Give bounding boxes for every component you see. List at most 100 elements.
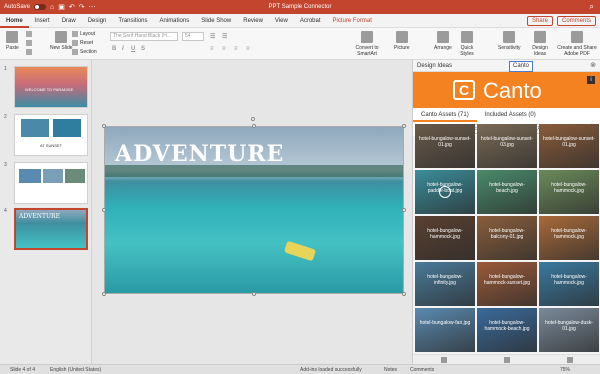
align-right-icon[interactable]: ≡ — [234, 46, 238, 52]
bold-icon[interactable]: B — [112, 46, 116, 52]
tab-transitions[interactable]: Transitions — [112, 14, 153, 28]
notes-button[interactable]: Notes — [384, 367, 397, 373]
image-icon[interactable] — [441, 356, 448, 363]
slide-count: Slide 4 of 4 — [10, 366, 36, 373]
language[interactable]: English (United States) — [50, 367, 101, 373]
tab-included-assets[interactable]: Included Assets (0) — [477, 108, 544, 122]
tab-slide-show[interactable]: Slide Show — [195, 14, 237, 28]
asset-label: hotel-bungalow-sunset-01.jpg — [419, 136, 471, 148]
cut-button[interactable] — [26, 31, 32, 37]
asset-tile[interactable]: hotel-bungalow-sunset-03.jpg — [477, 124, 537, 168]
asset-tile[interactable]: hotel-bungalow-balcony-01.jpg — [477, 216, 537, 260]
align-left-icon[interactable]: ≡ — [210, 46, 214, 52]
asset-tile[interactable]: hotel-bungalow-dusk-01.jpg — [539, 308, 599, 352]
asset-tile[interactable]: hotel-bungalow-hammock-sunset.jpg — [477, 262, 537, 306]
resize-handle[interactable] — [402, 124, 406, 128]
slide-image — [21, 119, 49, 137]
font-name-select[interactable]: The Serif Hand Black (H... — [110, 32, 178, 41]
tab-picture-format[interactable]: Picture Format — [327, 14, 378, 28]
resize-handle[interactable] — [402, 292, 406, 296]
tab-draw[interactable]: Draw — [56, 14, 82, 28]
slide-preview: AT SUNSET — [14, 114, 88, 156]
arrange-button[interactable]: Arrange — [434, 31, 452, 51]
play-icon[interactable] — [439, 186, 451, 198]
asset-tile[interactable]: hotel-bungalow-beach.jpg — [477, 170, 537, 214]
justify-icon[interactable]: ≡ — [246, 46, 250, 52]
tab-animations[interactable]: Animations — [154, 14, 196, 28]
numbering-icon[interactable]: ☰ — [222, 33, 227, 40]
list-icon[interactable] — [566, 356, 573, 363]
grid-icon[interactable] — [503, 356, 510, 363]
redo-icon[interactable]: ↷ — [79, 3, 85, 11]
asset-tile[interactable]: hotel-bungalow-hammock.jpg — [539, 262, 599, 306]
section-button[interactable]: Section — [72, 49, 97, 55]
save-icon[interactable]: ▣ — [58, 3, 65, 11]
bullets-icon[interactable]: ☰ — [210, 33, 215, 40]
paste-button[interactable]: Paste — [6, 31, 19, 51]
asset-tile[interactable]: hotel-bungalow-hammock-beach.jpg — [477, 308, 537, 352]
pdf-icon — [571, 31, 583, 43]
new-slide-button[interactable]: New Slide — [50, 31, 73, 51]
search-icon[interactable]: ⌕ — [590, 2, 594, 12]
resize-handle[interactable] — [402, 208, 406, 212]
more-icon[interactable]: ⋯ — [89, 3, 96, 11]
create-share-pdf-button[interactable]: Create and Share Adobe PDF — [556, 31, 598, 57]
asset-label: hotel-bungalow-beach.jpg — [489, 182, 525, 194]
asset-tile[interactable]: hotel-bungalow-hammock.jpg — [415, 216, 475, 260]
strikethrough-icon[interactable]: S — [141, 46, 145, 52]
asset-tile[interactable]: hotel-bungalow-infinity.jpg — [415, 262, 475, 306]
asset-label: hotel-bungalow-fan.jpg — [419, 320, 471, 326]
resize-handle[interactable] — [252, 292, 256, 296]
italic-icon[interactable]: I — [122, 46, 124, 52]
asset-tile[interactable]: hotel-bungalow-fan.jpg — [415, 308, 475, 352]
canto-brand: Canto — [483, 78, 542, 103]
home-icon[interactable]: ⌂ — [50, 4, 54, 11]
pane-tab-canto[interactable]: Canto — [509, 61, 534, 72]
tab-canto-assets[interactable]: Canto Assets (71) — [413, 108, 477, 122]
info-button[interactable]: i — [587, 76, 595, 84]
resize-handle[interactable] — [102, 208, 106, 212]
asset-tile[interactable]: hotel-bungalow-hammock.jpg — [539, 216, 599, 260]
format-painter-button[interactable] — [26, 49, 32, 55]
picture-button[interactable]: Picture — [394, 31, 410, 51]
slide-image-adventure[interactable]: ADVENTURE — [104, 126, 404, 294]
align-center-icon[interactable]: ≡ — [222, 46, 226, 52]
resize-handle[interactable] — [102, 292, 106, 296]
slide-image — [53, 119, 81, 137]
close-icon[interactable]: ⊗ — [590, 61, 596, 69]
design-ideas-button[interactable]: Design Ideas — [530, 31, 550, 57]
tab-design[interactable]: Design — [82, 14, 113, 28]
reset-button[interactable]: Reset — [72, 40, 93, 46]
copy-button[interactable] — [26, 40, 32, 46]
sensitivity-button[interactable]: Sensitivity — [498, 31, 521, 51]
autosave-toggle[interactable] — [34, 4, 47, 10]
resize-handle[interactable] — [252, 124, 256, 128]
tab-view[interactable]: View — [269, 14, 294, 28]
font-size-select[interactable]: 54 — [182, 32, 204, 41]
asset-tile[interactable]: hotel-bungalow-sunset-01.jpg — [415, 124, 475, 168]
tab-acrobat[interactable]: Acrobat — [294, 14, 327, 28]
asset-label: hotel-bungalow-sunset-01.jpg — [543, 136, 595, 148]
convert-smartart-button[interactable]: Convert to SmartArt — [352, 31, 382, 57]
resize-handle[interactable] — [102, 124, 106, 128]
tab-insert[interactable]: Insert — [29, 14, 56, 28]
rotate-handle[interactable] — [251, 117, 255, 121]
layout-button[interactable]: Layout — [72, 31, 95, 37]
zoom-level[interactable]: 75% — [560, 367, 570, 373]
slide-preview: WELCOME TO PARADISE — [14, 66, 88, 108]
underline-icon[interactable]: U — [131, 46, 135, 52]
addins-status: Add-ins loaded successfully — [300, 366, 362, 373]
asset-tile[interactable]: hotel-bungalow-sunset-01.jpg — [539, 124, 599, 168]
quick-styles-button[interactable]: Quick Styles — [456, 31, 478, 57]
comments-status-button[interactable]: Comments — [410, 367, 434, 373]
asset-grid: hotel-bungalow-sunset-01.jpg hotel-bungal… — [413, 124, 600, 354]
asset-tile[interactable]: hotel-bungalow-paddle-boat.jpg — [415, 170, 475, 214]
undo-icon[interactable]: ↶ — [69, 3, 75, 11]
tab-home[interactable]: Home — [0, 14, 29, 28]
comments-button[interactable]: Comments — [556, 15, 596, 26]
asset-tile[interactable]: hotel-bungalow-hammock.jpg — [539, 170, 599, 214]
share-button[interactable]: Share — [526, 15, 553, 26]
tab-review[interactable]: Review — [237, 14, 269, 28]
copy-icon — [26, 40, 32, 46]
slide-title[interactable]: ADVENTURE — [115, 141, 284, 167]
